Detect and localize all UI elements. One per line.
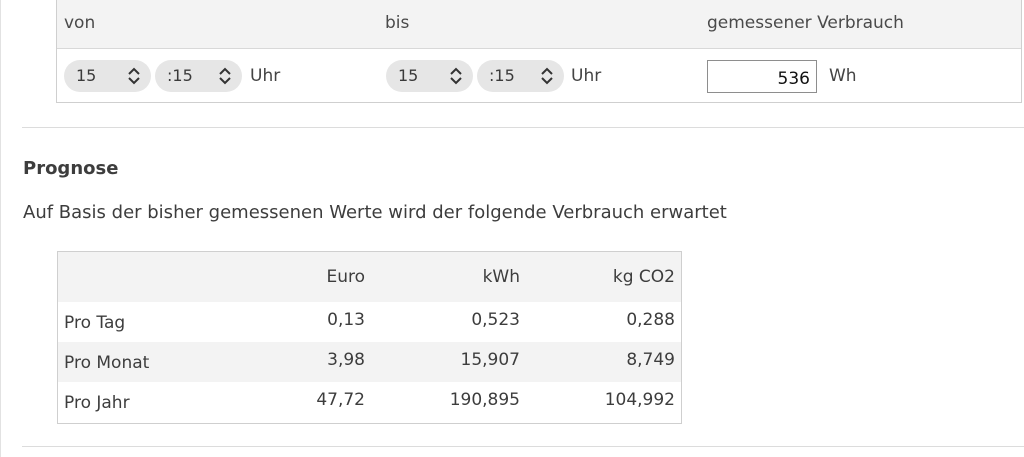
section-divider bbox=[22, 127, 1024, 128]
cell-euro: 0,13 bbox=[327, 310, 365, 330]
to-hour-value: 15 bbox=[398, 66, 419, 85]
left-border-line bbox=[0, 0, 1, 457]
to-minute-value: :15 bbox=[489, 66, 515, 85]
cell-euro: 47,72 bbox=[316, 390, 365, 410]
table-row: Pro Jahr 47,72 190,895 104,992 bbox=[58, 382, 681, 422]
from-hour-value: 15 bbox=[76, 66, 97, 85]
chevron-up-down-icon bbox=[128, 67, 140, 85]
consumption-unit-label: Wh bbox=[829, 66, 857, 86]
table-row: Pro Monat 3,98 15,907 8,749 bbox=[58, 342, 681, 382]
from-minute-select[interactable]: :15 bbox=[155, 60, 242, 92]
cell-kwh: 190,895 bbox=[449, 390, 520, 410]
cell-co2: 104,992 bbox=[604, 390, 675, 410]
header-to: bis bbox=[385, 13, 410, 33]
table-row: Pro Tag 0,13 0,523 0,288 bbox=[58, 302, 681, 342]
cell-co2: 0,288 bbox=[626, 310, 675, 330]
column-header-co2: kg CO2 bbox=[612, 267, 675, 287]
row-label: Pro Jahr bbox=[64, 393, 130, 413]
measurement-table: von bis gemessener Verbrauch 15 :15 Uhr … bbox=[56, 0, 1022, 103]
header-consumption: gemessener Verbrauch bbox=[707, 13, 904, 33]
cell-kwh: 0,523 bbox=[471, 310, 520, 330]
chevron-up-down-icon bbox=[541, 67, 553, 85]
measurement-table-header: von bis gemessener Verbrauch bbox=[57, 0, 1021, 49]
from-hour-select[interactable]: 15 bbox=[64, 60, 151, 92]
chevron-up-down-icon bbox=[450, 67, 462, 85]
cell-co2: 8,749 bbox=[626, 350, 675, 370]
to-minute-select[interactable]: :15 bbox=[477, 60, 564, 92]
consumption-input[interactable]: 536 bbox=[707, 60, 817, 93]
header-from: von bbox=[64, 13, 96, 33]
forecast-table-header: Euro kWh kg CO2 bbox=[58, 252, 681, 302]
row-label: Pro Tag bbox=[64, 313, 126, 333]
bottom-divider bbox=[22, 446, 1024, 447]
to-unit-label: Uhr bbox=[571, 66, 602, 86]
from-minute-value: :15 bbox=[167, 66, 193, 85]
cell-kwh: 15,907 bbox=[460, 350, 520, 370]
chevron-up-down-icon bbox=[219, 67, 231, 85]
column-header-euro: Euro bbox=[326, 267, 365, 287]
forecast-title: Prognose bbox=[23, 158, 119, 179]
cell-euro: 3,98 bbox=[327, 350, 365, 370]
from-unit-label: Uhr bbox=[250, 66, 281, 86]
to-hour-select[interactable]: 15 bbox=[386, 60, 473, 92]
forecast-table: Euro kWh kg CO2 Pro Tag 0,13 0,523 0,288… bbox=[57, 251, 682, 424]
row-label: Pro Monat bbox=[64, 353, 150, 373]
forecast-description: Auf Basis der bisher gemessenen Werte wi… bbox=[23, 202, 727, 223]
column-header-kwh: kWh bbox=[482, 267, 520, 287]
